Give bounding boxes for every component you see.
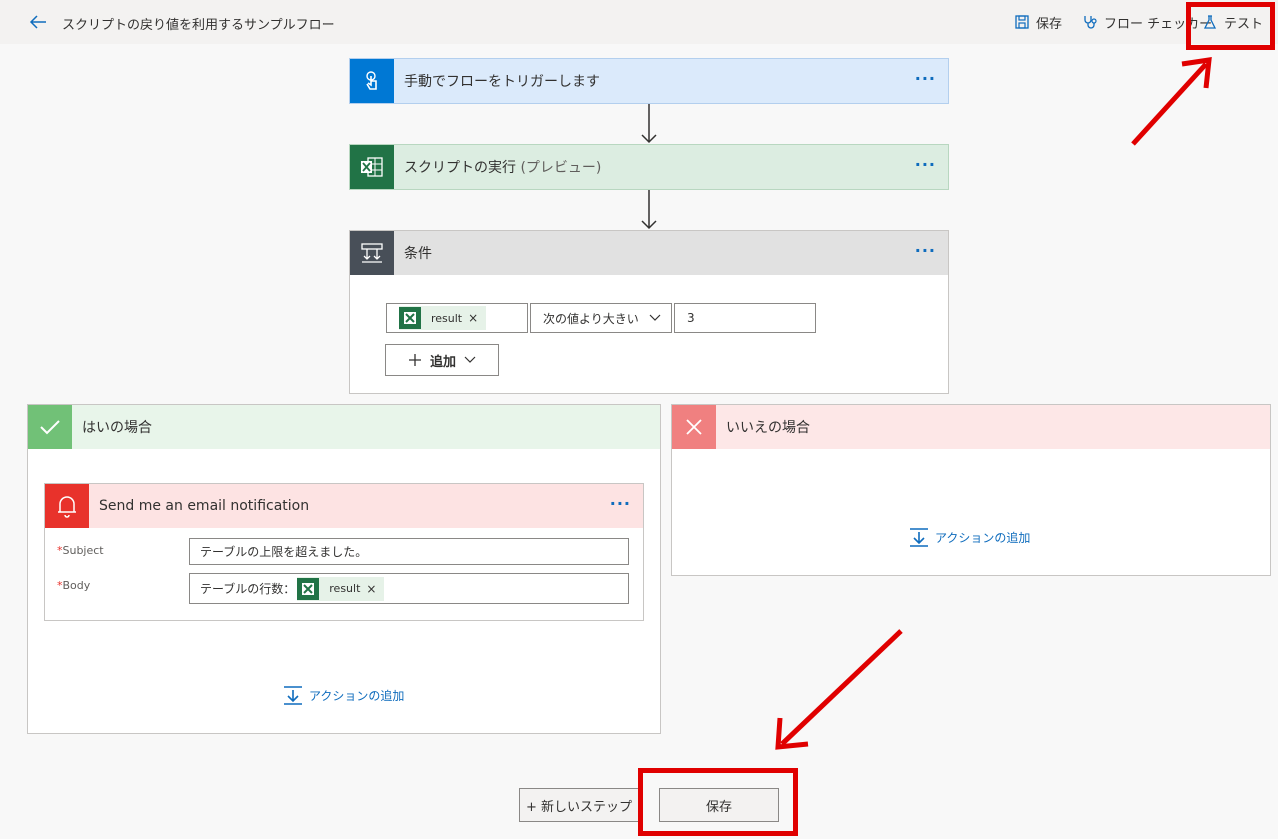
arrow-to-test-icon [1131,57,1212,146]
arrow-to-save-icon [775,629,903,750]
annotation-arrows [775,57,1212,750]
